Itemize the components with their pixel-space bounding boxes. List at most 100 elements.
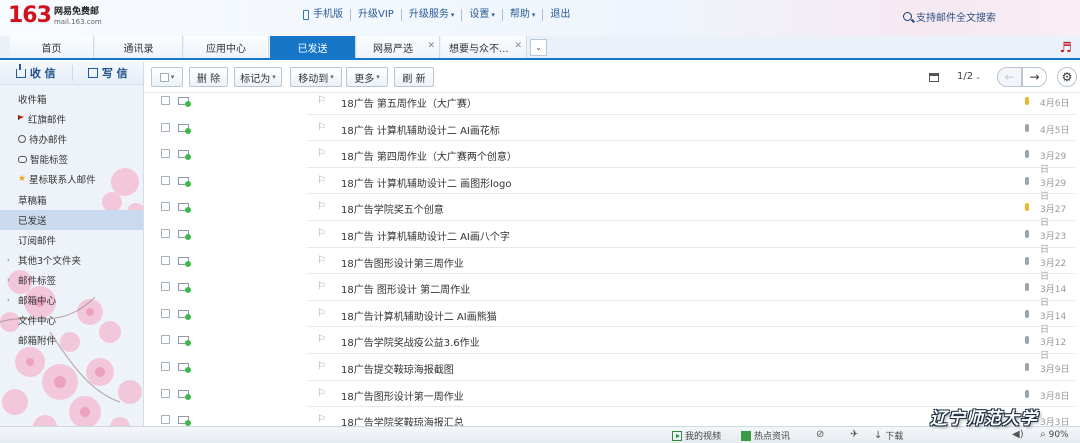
nav-item-0[interactable]: 手机版 <box>296 9 351 21</box>
receive-button[interactable]: 收 信 <box>0 63 72 81</box>
mail-subject[interactable]: 18广告 计算机辅助设计二 AI画花标 <box>341 122 500 137</box>
row-checkbox[interactable] <box>161 228 170 238</box>
pin-icon[interactable]: ✈ <box>850 429 861 440</box>
tab-home[interactable]: 首页 <box>10 36 94 58</box>
move-to-dropdown[interactable]: 移动到 ▾ <box>290 67 342 87</box>
flag-icon[interactable]: ⚐ <box>317 334 326 345</box>
my-video-button[interactable]: 我的视频 <box>672 429 721 442</box>
row-checkbox[interactable] <box>161 202 170 212</box>
mail-row[interactable]: ⚐ 18广告 第四周作业（大广赛两个创意） 3月29日 <box>145 141 1075 175</box>
row-checkbox[interactable] <box>161 335 170 345</box>
download-button[interactable]: ↓ 下载 <box>874 429 903 442</box>
mail-row[interactable]: ⚐ 18广告 图形设计 第二周作业 3月14日 <box>145 274 1075 308</box>
nav-item-5[interactable]: 退出 <box>543 9 577 21</box>
mail-subject[interactable]: 18广告图形设计第三周作业 <box>341 255 464 270</box>
mail-row[interactable]: ⚐ 18广告提交鞍琼海报截图 3月9日 <box>145 354 1075 381</box>
zoom-level[interactable]: ⌕ 90% <box>1040 429 1069 440</box>
nav-item-2[interactable]: 升级服务 ▾ <box>402 9 463 21</box>
select-all-checkbox[interactable] <box>159 72 169 82</box>
flag-icon[interactable]: ⚐ <box>317 228 326 239</box>
sidebar-folder-7[interactable]: 订阅邮件 <box>0 230 143 250</box>
tab-ad[interactable]: 想要与众不... ✕ <box>441 36 527 58</box>
sidebar-folder-1[interactable]: 红旗邮件 <box>0 109 143 129</box>
calendar-icon[interactable] <box>929 73 939 82</box>
mail-subject[interactable]: 18广告学院奖鞍琼海报汇总 <box>341 414 464 426</box>
chevron-right-icon[interactable]: › <box>7 256 10 264</box>
nav-item-1[interactable]: 升级VIP <box>351 9 402 21</box>
tab-contacts[interactable]: 通讯录 <box>95 36 183 58</box>
tab-sent[interactable]: 已发送 <box>270 36 356 58</box>
sidebar-folder-8[interactable]: › 其他3个文件夹 <box>0 250 143 270</box>
row-checkbox[interactable] <box>161 361 170 371</box>
row-checkbox[interactable] <box>161 255 170 265</box>
flag-icon[interactable]: ⚐ <box>317 95 326 106</box>
mail-row[interactable]: ⚐ 18广告 第五周作业（大广赛） 4月6日 <box>145 88 1075 115</box>
row-checkbox[interactable] <box>161 96 170 105</box>
search-box[interactable]: 支持邮件全文搜索 <box>903 9 996 24</box>
flag-icon[interactable]: ⚐ <box>317 414 326 425</box>
mail-subject[interactable]: 18广告提交鞍琼海报截图 <box>341 361 454 376</box>
row-checkbox[interactable] <box>161 122 170 132</box>
nav-item-4[interactable]: 帮助 ▾ <box>503 9 544 21</box>
mail-subject[interactable]: 18广告 计算机辅助设计二 画图形logo <box>341 175 511 190</box>
mail-row[interactable]: ⚐ 18广告图形设计第三周作业 3月22日 <box>145 248 1075 282</box>
flag-icon[interactable]: ⚐ <box>317 122 326 133</box>
tab-app-center[interactable]: 应用中心 <box>184 36 269 58</box>
row-checkbox[interactable] <box>161 308 170 318</box>
sidebar-folder-9[interactable]: › 邮件标签 <box>0 270 143 290</box>
sidebar-folder-12[interactable]: 邮箱附件 <box>0 330 143 350</box>
sidebar-folder-5[interactable]: 草稿箱 <box>0 189 143 209</box>
refresh-button[interactable]: 刷 新 <box>394 67 434 87</box>
mail-subject[interactable]: 18广告 计算机辅助设计二 AI画八个字 <box>341 228 510 243</box>
sidebar-folder-11[interactable]: 文件中心 <box>0 310 143 330</box>
mail-row[interactable]: ⚐ 18广告 计算机辅助设计二 AI画八个字 3月23日 <box>145 221 1075 255</box>
nav-item-3[interactable]: 设置 ▾ <box>462 9 503 21</box>
flag-icon[interactable]: ⚐ <box>317 388 326 399</box>
row-checkbox[interactable] <box>161 175 170 185</box>
flag-icon[interactable]: ⚐ <box>317 281 326 292</box>
delete-button[interactable]: 删 除 <box>189 67 228 87</box>
browser-icon[interactable]: ⊘ <box>816 429 827 440</box>
row-checkbox[interactable] <box>161 388 170 398</box>
tab-yanxuan[interactable]: 网易严选 ✕ <box>357 36 440 58</box>
mail-subject[interactable]: 18广告 图形设计 第二周作业 <box>341 281 470 296</box>
select-all-dropdown[interactable]: ▾ <box>151 67 183 87</box>
mail-row[interactable]: ⚐ 18广告 计算机辅助设计二 AI画花标 4月5日 <box>145 115 1075 142</box>
logo-163[interactable]: 163 网易免费邮 mail.163.com <box>8 4 102 28</box>
mail-subject[interactable]: 18广告 第五周作业（大广赛） <box>341 95 477 110</box>
hot-news-button[interactable]: 热点资讯 <box>741 429 790 442</box>
mail-subject[interactable]: 18广告学院奖五个创意 <box>341 201 444 216</box>
mail-row[interactable]: ⚐ 18广告学院奖战疫公益3.6作业 3月12日 <box>145 327 1075 361</box>
close-icon[interactable]: ✕ <box>514 41 522 51</box>
mail-subject[interactable]: 18广告计算机辅助设计二 AI画熊猫 <box>341 308 497 323</box>
mail-row[interactable]: ⚐ 18广告计算机辅助设计二 AI画熊猫 3月14日 <box>145 301 1075 335</box>
sidebar-folder-0[interactable]: 收件箱 <box>0 89 143 109</box>
mark-as-dropdown[interactable]: 标记为 ▾ <box>234 67 282 87</box>
sidebar-folder-10[interactable]: › 邮箱中心 <box>0 290 143 310</box>
next-page-button[interactable]: → <box>1022 67 1047 87</box>
mail-row[interactable]: ⚐ 18广告学院奖五个创意 3月27日 <box>145 194 1075 228</box>
mail-subject[interactable]: 18广告图形设计第一周作业 <box>341 388 464 403</box>
row-checkbox[interactable] <box>161 415 170 425</box>
mail-subject[interactable]: 18广告 第四周作业（大广赛两个创意） <box>341 148 517 163</box>
music-icon[interactable]: ♬ <box>1059 40 1072 56</box>
flag-icon[interactable]: ⚐ <box>317 255 326 266</box>
flag-icon[interactable]: ⚐ <box>317 175 326 186</box>
close-icon[interactable]: ✕ <box>427 41 435 51</box>
sidebar-folder-6[interactable]: 已发送 <box>0 209 143 230</box>
sidebar-folder-2[interactable]: 待办邮件 <box>0 129 143 149</box>
row-checkbox[interactable] <box>161 149 170 159</box>
prev-page-button[interactable]: ← <box>997 67 1022 87</box>
page-indicator[interactable]: 1/2 ⌄ <box>957 71 981 82</box>
settings-button[interactable]: ⚙ <box>1057 67 1077 87</box>
flag-icon[interactable]: ⚐ <box>317 361 326 372</box>
flag-icon[interactable]: ⚐ <box>317 201 326 212</box>
mail-subject[interactable]: 18广告学院奖战疫公益3.6作业 <box>341 334 480 349</box>
chevron-right-icon[interactable]: › <box>7 296 10 304</box>
sidebar-folder-4[interactable]: ★ 星标联系人邮件 <box>0 169 143 189</box>
compose-button[interactable]: 写 信 <box>71 65 144 81</box>
row-checkbox[interactable] <box>161 282 170 292</box>
mail-row[interactable]: ⚐ 18广告 计算机辅助设计二 画图形logo 3月29日 <box>145 168 1075 202</box>
chevron-right-icon[interactable]: › <box>7 276 10 284</box>
volume-icon[interactable]: ◀) <box>1012 429 1027 440</box>
